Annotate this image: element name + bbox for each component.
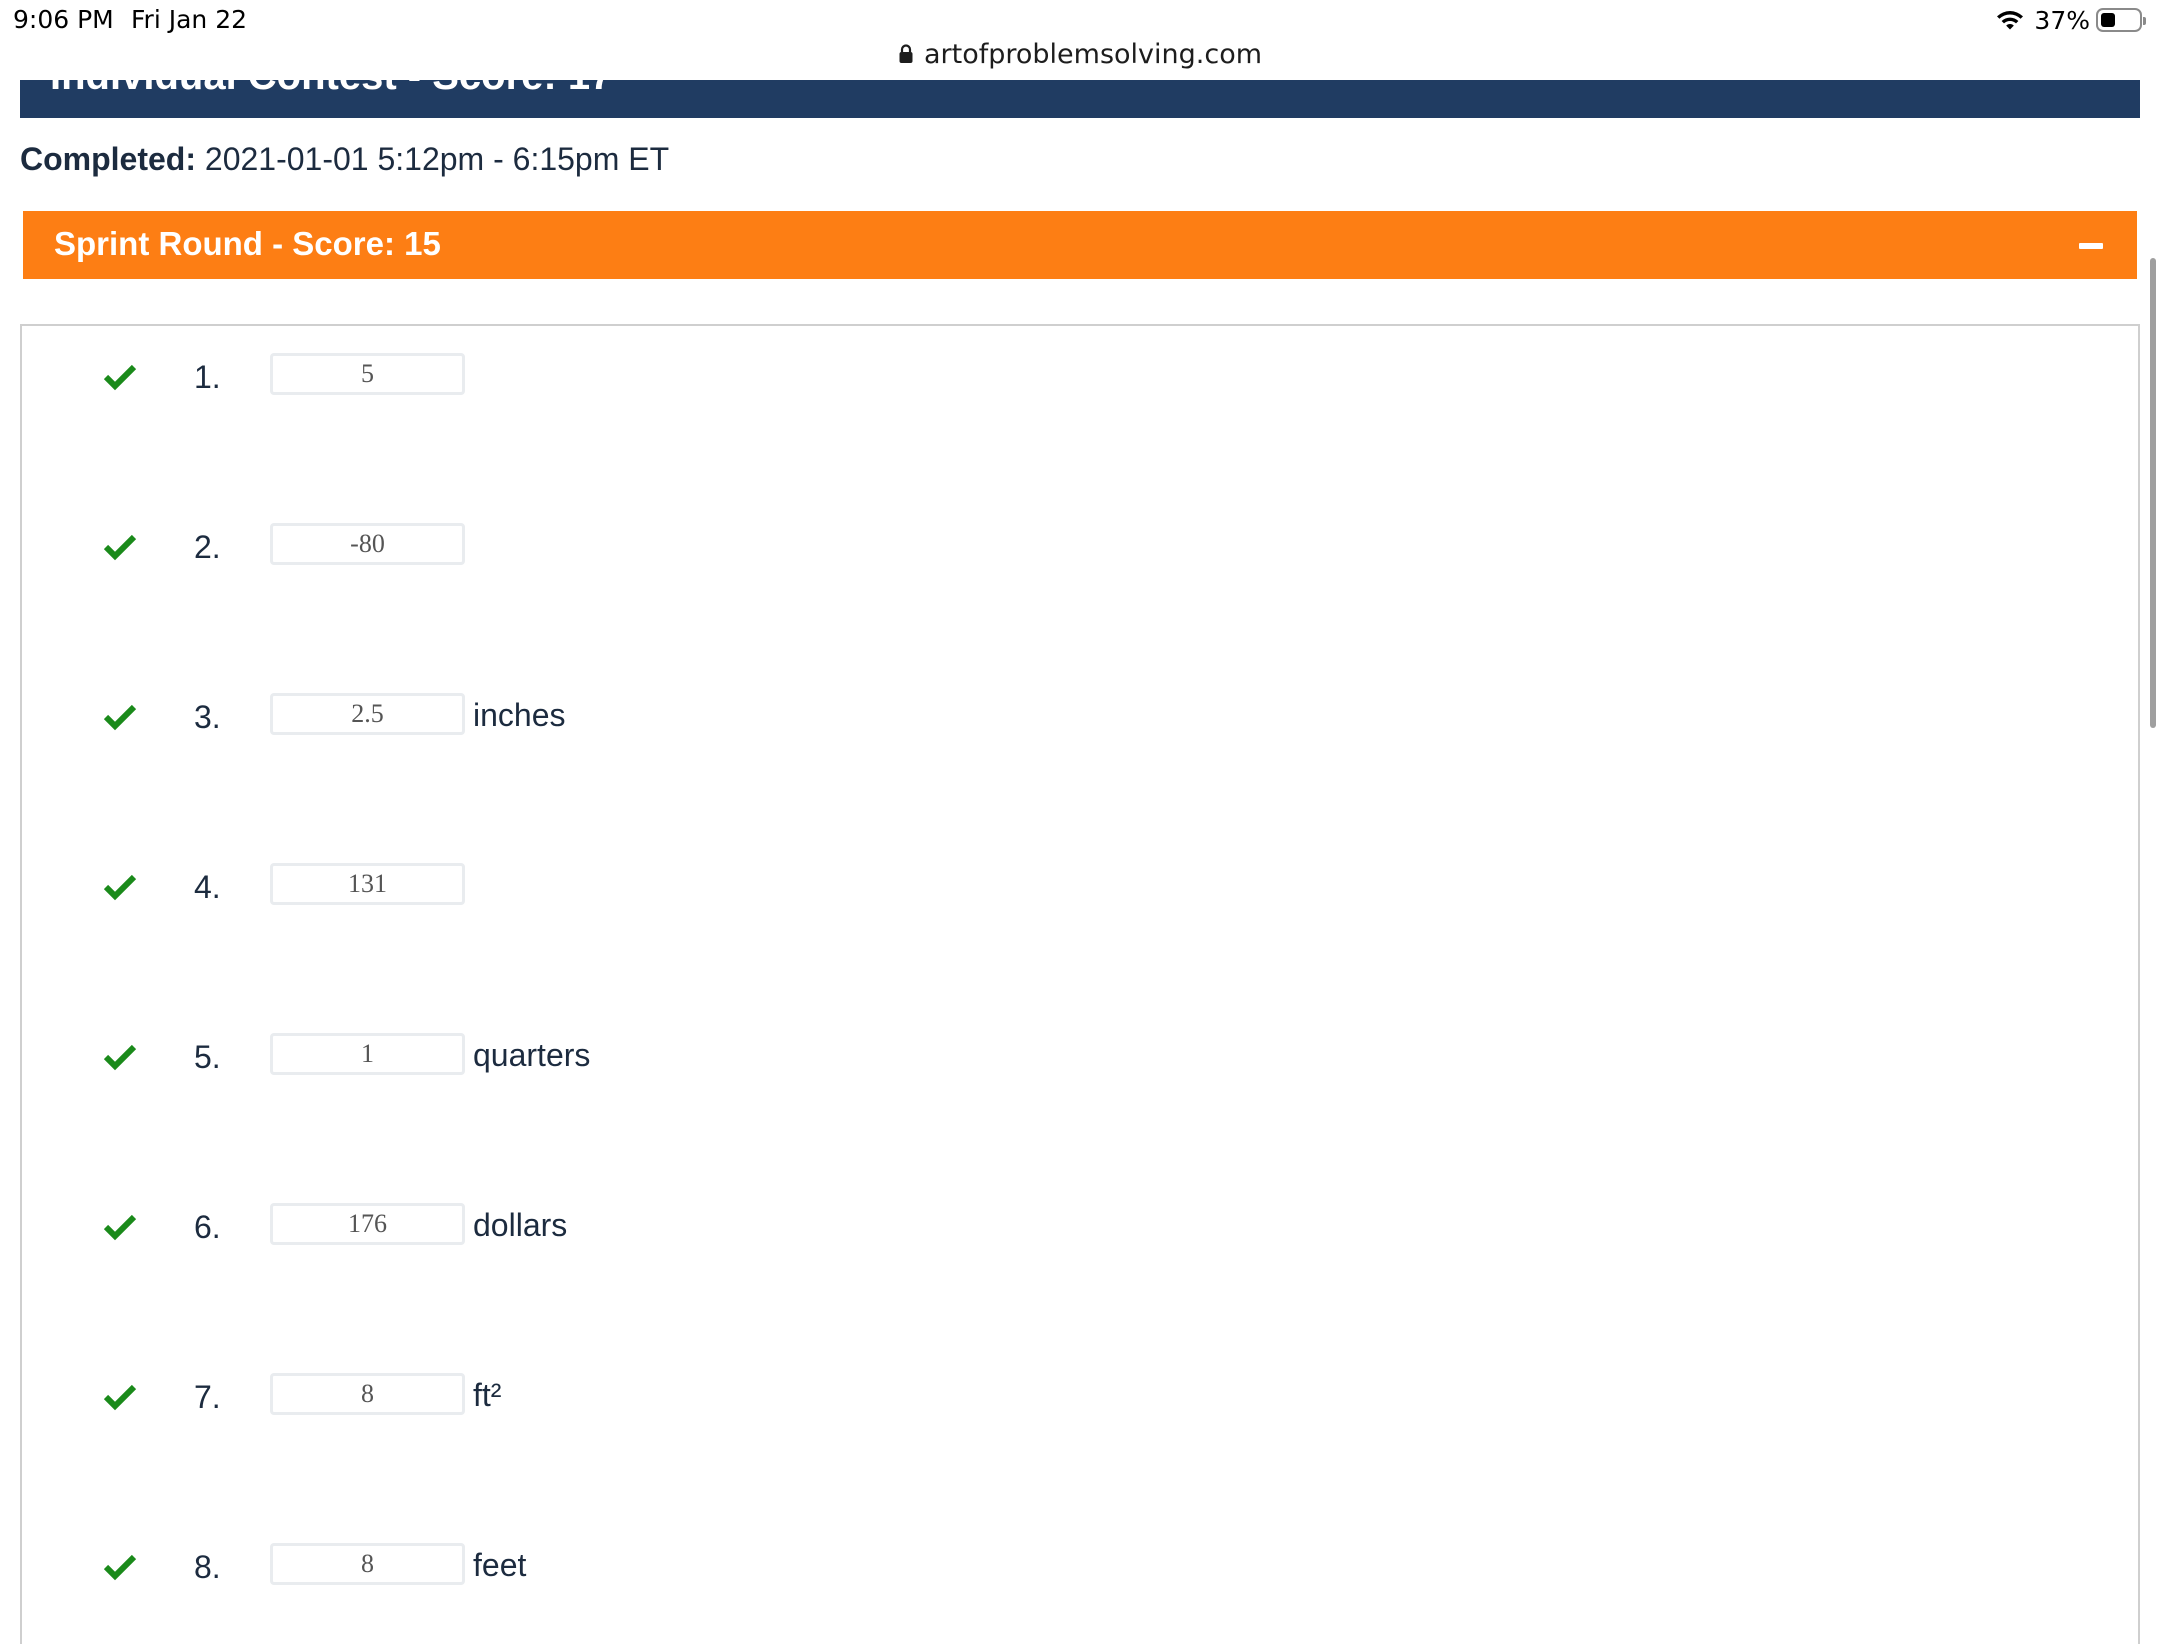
round-title: Sprint Round - Score: 15: [54, 225, 441, 262]
question-number: 5.: [194, 1039, 221, 1075]
checkmark-icon: [104, 364, 136, 391]
answer-field[interactable]: 8: [270, 1373, 465, 1415]
unit-label: dollars: [473, 1207, 568, 1243]
completed-value: 2021-01-01 5:12pm - 6:15pm ET: [196, 141, 670, 177]
completed-label: Completed:: [20, 141, 196, 177]
answer-field[interactable]: 5: [270, 353, 465, 395]
url-text[interactable]: artofproblemsolving.com: [924, 39, 1262, 70]
battery-icon: [2096, 8, 2146, 32]
battery-percent: 37%: [2034, 5, 2090, 35]
answer-field[interactable]: 2.5: [270, 693, 465, 735]
question-number: 2.: [194, 529, 221, 565]
unit-label: feet: [473, 1547, 527, 1583]
checkmark-icon: [104, 534, 136, 561]
answer-field[interactable]: 176: [270, 1203, 465, 1245]
answer-field[interactable]: 1: [270, 1033, 465, 1075]
status-date: Fri Jan 22: [131, 5, 248, 34]
battery-nub: [2143, 17, 2146, 25]
answers-panel: 1. 5 2. -80 3. 2.5 inches 4. 131 5. 1 qu…: [20, 324, 2140, 1644]
answer-row: 7. 8 ft²: [22, 1373, 2138, 1433]
contest-header: Individual Contest - Score: 17: [20, 80, 2140, 118]
checkmark-icon: [104, 1554, 136, 1581]
contest-title: Individual Contest - Score: 17: [50, 80, 612, 99]
completed-line: Completed: 2021-01-01 5:12pm - 6:15pm ET: [20, 141, 669, 178]
checkmark-icon: [104, 704, 136, 731]
question-number: 6.: [194, 1209, 221, 1245]
sprint-round-header[interactable]: Sprint Round - Score: 15: [23, 211, 2137, 279]
question-number: 1.: [194, 359, 221, 395]
answer-row: 5. 1 quarters: [22, 1033, 2138, 1093]
question-number: 7.: [194, 1379, 221, 1415]
battery-fill: [2101, 13, 2115, 27]
answer-row: 4. 131: [22, 863, 2138, 923]
answer-row: 3. 2.5 inches: [22, 693, 2138, 753]
unit-label: inches: [473, 697, 566, 733]
lock-icon: [899, 44, 913, 63]
wifi-icon: [1997, 11, 2024, 30]
answer-row: 2. -80: [22, 523, 2138, 583]
answer-row: 6. 176 dollars: [22, 1203, 2138, 1263]
address-bar-inner[interactable]: artofproblemsolving.com: [898, 34, 1262, 74]
question-number: 4.: [194, 869, 221, 905]
status-time: 9:06 PM: [13, 5, 114, 34]
checkmark-icon: [104, 874, 136, 901]
question-number: 3.: [194, 699, 221, 735]
checkmark-icon: [104, 1214, 136, 1241]
answer-row: 8. 8 feet: [22, 1543, 2138, 1603]
unit-label: ft²: [473, 1377, 502, 1413]
answer-row: 1. 5: [22, 353, 2138, 413]
answer-field[interactable]: 131: [270, 863, 465, 905]
status-right: 37%: [1995, 4, 2148, 36]
address-bar[interactable]: artofproblemsolving.com: [0, 34, 2160, 78]
unit-label: quarters: [473, 1037, 591, 1073]
minus-icon[interactable]: [2079, 243, 2103, 249]
question-number: 8.: [194, 1549, 221, 1585]
page-scrollbar[interactable]: [2150, 258, 2156, 728]
answer-field[interactable]: 8: [270, 1543, 465, 1585]
checkmark-icon: [104, 1384, 136, 1411]
answer-field[interactable]: -80: [270, 523, 465, 565]
checkmark-icon: [104, 1044, 136, 1071]
